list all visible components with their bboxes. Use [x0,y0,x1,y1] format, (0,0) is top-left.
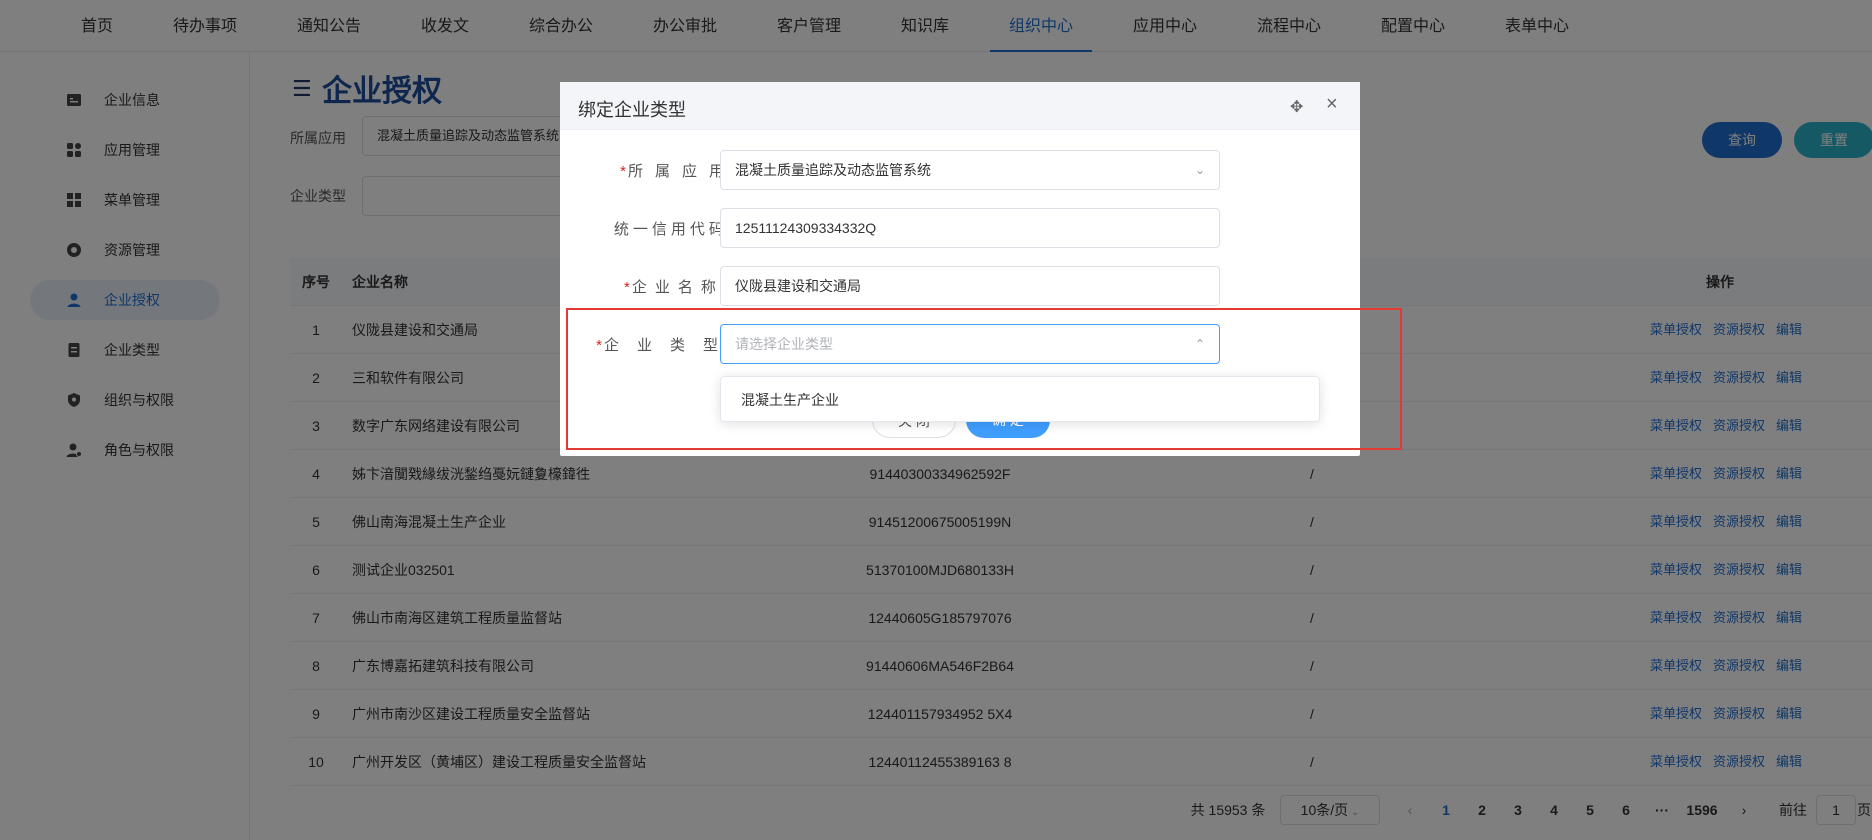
app-select[interactable]: 混凝土质量追踪及动态监管系统 ⌄ [720,150,1220,190]
chevron-down-icon: ⌄ [1194,163,1205,177]
close-icon[interactable]: × [1326,93,1338,116]
field-enterprise-name-label: * 企业名称: [623,279,736,296]
field-credit-code-label: 统一信用代码: [613,221,736,238]
highlight-box [566,308,1402,450]
field-app-label: * 所属应用 [620,163,736,180]
move-icon[interactable]: ✥ [1290,97,1303,117]
dialog-title: 绑定企业类型 [578,100,686,120]
enterprise-name-input[interactable]: 仪陇县建设和交通局 [720,266,1220,306]
app-select-value: 混凝土质量追踪及动态监管系统 [735,162,931,178]
dialog-header: 绑定企业类型 ✥ × [560,82,1360,130]
credit-code-input[interactable]: 12511124309334332Q [720,208,1220,248]
